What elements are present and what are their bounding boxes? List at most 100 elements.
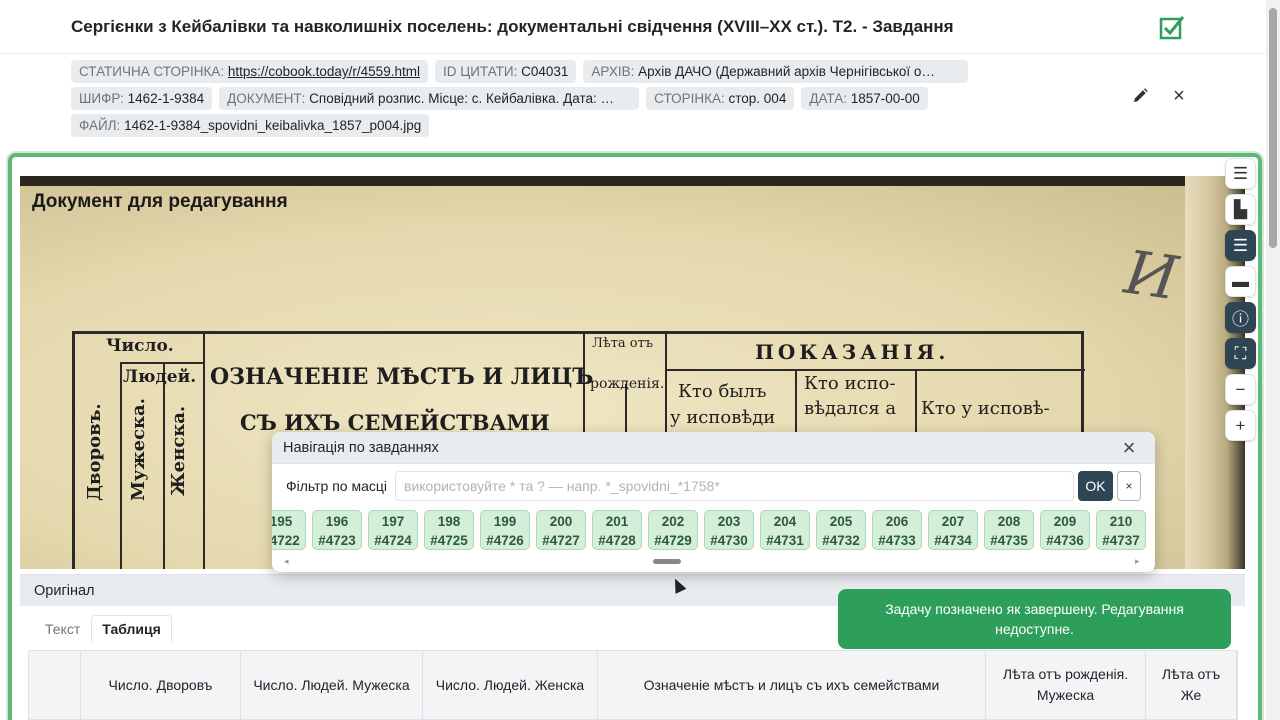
scroll-left-icon[interactable]: ◂	[284, 556, 289, 567]
tab-text[interactable]: Текст	[34, 615, 91, 643]
task-chip[interactable]: 196 #4723	[312, 510, 362, 550]
static-page-chip: СТАТИЧНА СТОРІНКА: https://cobook.today/…	[71, 60, 428, 83]
ms-kto-ispo: Кто испо-	[804, 373, 896, 394]
document-label: ДОКУМЕНТ:	[227, 91, 306, 106]
task-number: 199	[493, 514, 517, 529]
ms-vline	[120, 362, 122, 569]
info-icon: ⓘ	[1232, 310, 1249, 329]
code-label: ШИФР:	[79, 91, 124, 106]
original-data-table: Число. Дворовъ Число. Людей. Мужеска Чис…	[28, 650, 1238, 720]
task-id: #4731	[766, 533, 804, 548]
task-chip[interactable]: 199 #4726	[480, 510, 530, 550]
task-chip[interactable]: 202 #4729	[648, 510, 698, 550]
close-icon[interactable]: ×	[1170, 86, 1188, 106]
task-done-check-icon[interactable]	[1158, 13, 1186, 41]
task-chip[interactable]: 198 #4725	[424, 510, 474, 550]
document-heading: Документ для редагування	[32, 191, 288, 212]
ms-chislo: Число.	[106, 336, 174, 356]
ms-oznachenie: ОЗНАЧЕНІЕ МѢСТЪ И ЛИЦЪ	[210, 364, 594, 390]
pencil-mark: И	[1120, 237, 1182, 315]
task-chip[interactable]: 203 #4730	[704, 510, 754, 550]
task-id: #4722	[272, 533, 300, 548]
task-chip[interactable]: 208 #4735	[984, 510, 1034, 550]
task-chip[interactable]: 209 #4736	[1040, 510, 1090, 550]
task-chip[interactable]: 207 #4734	[928, 510, 978, 550]
task-number: 207	[941, 514, 965, 529]
scroll-right-icon[interactable]: ▸	[1135, 556, 1140, 567]
zoom-out-button[interactable]: −	[1225, 374, 1256, 405]
ms-vedalsya: вѣдался а	[804, 398, 897, 419]
citation-id-value: C04031	[521, 64, 569, 79]
edit-pencil-icon[interactable]	[1131, 87, 1149, 105]
archive-label: АРХІВ:	[591, 64, 635, 79]
code-chip: ШИФР: 1462-1-9384	[71, 87, 213, 110]
chart-icon: ▙	[1233, 199, 1248, 219]
checklist-button[interactable]: ☰	[1225, 158, 1256, 189]
filter-ok-button[interactable]: OK	[1078, 471, 1113, 501]
file-chip: ФАЙЛ: 1462-1-9384_spovidni_keibalivka_18…	[71, 114, 430, 137]
popup-header: Навігація по завданнях ×	[272, 432, 1155, 464]
task-number: 196	[325, 514, 349, 529]
ms-hline	[665, 369, 1085, 371]
task-page: Сергієнки з Кейбалівки та навколишніх по…	[0, 0, 1280, 720]
table-header-cell	[29, 651, 81, 719]
page-scrollbar[interactable]	[1266, 0, 1280, 720]
ms-vline	[163, 362, 165, 569]
ms-muzheska: Мужеска.	[128, 398, 149, 501]
file-value: 1462-1-9384_spovidni_keibalivka_1857_p00…	[124, 118, 422, 133]
zoom-out-icon: −	[1235, 379, 1246, 399]
list-ordered-button[interactable]: ☰	[1225, 230, 1256, 261]
list-ordered-icon: ☰	[1232, 235, 1249, 255]
task-list-scrollbar[interactable]: ◂ ▸	[272, 556, 1155, 568]
task-chip[interactable]: 206 #4733	[872, 510, 922, 550]
original-tabs: Текст Таблиця	[34, 615, 172, 643]
page-title: Сергієнки з Кейбалівки та навколишніх по…	[71, 17, 954, 36]
task-chip[interactable]: 210 #4737	[1096, 510, 1146, 550]
zoom-in-icon: +	[1235, 415, 1246, 435]
date-label: ДАТА:	[809, 91, 847, 106]
task-chip[interactable]: 195 #4722	[272, 510, 306, 550]
table-header-cell: Лѣта отъ Же	[1146, 651, 1237, 719]
task-number: 209	[1053, 514, 1077, 529]
filter-label: Фільтр по масці	[286, 478, 388, 494]
scrollbar-thumb[interactable]	[1269, 8, 1277, 248]
popup-title: Навігація по завданнях	[283, 440, 439, 456]
task-number: 204	[773, 514, 797, 529]
task-id: #4735	[990, 533, 1028, 548]
static-page-link[interactable]: https://cobook.today/r/4559.html	[228, 64, 420, 79]
ms-leta: Лѣта отъ	[592, 336, 654, 351]
ms-u-ispovedi: у исповѣди	[670, 407, 776, 428]
info-button[interactable]: ⓘ	[1225, 302, 1256, 333]
task-chip[interactable]: 197 #4724	[368, 510, 418, 550]
popup-close-icon[interactable]: ×	[1118, 436, 1140, 460]
page-label: СТОРІНКА:	[654, 91, 725, 106]
task-number: 198	[437, 514, 461, 529]
task-chip[interactable]: 205 #4732	[816, 510, 866, 550]
original-title: Оригінал	[34, 583, 95, 599]
task-number: 203	[717, 514, 741, 529]
task-list-scroll-thumb[interactable]	[653, 559, 681, 564]
task-id: #4733	[878, 533, 916, 548]
date-chip: ДАТА: 1857-00-00	[801, 87, 928, 110]
code-value: 1462-1-9384	[127, 91, 205, 106]
task-id: #4734	[934, 533, 972, 548]
task-list-inner: 195 #4722 196 #4723 197 #4724 198 #4725 199 #4726…	[272, 510, 1146, 550]
tab-table[interactable]: Таблиця	[91, 615, 172, 643]
filter-clear-button[interactable]: ×	[1117, 471, 1141, 501]
task-chip[interactable]: 200 #4727	[536, 510, 586, 550]
ms-kto-byl: Кто былъ	[678, 381, 767, 402]
fullscreen-button[interactable]: ⛶	[1225, 338, 1256, 369]
chart-button[interactable]: ▙	[1225, 194, 1256, 225]
table-header-cell: Лѣта отъ рожденія. Мужеска	[986, 651, 1146, 719]
wallet-button[interactable]: ▬	[1225, 266, 1256, 297]
task-chip[interactable]: 201 #4728	[592, 510, 642, 550]
table-header-cell: Означеніе мѣстъ и лицъ съ ихъ семействам…	[598, 651, 986, 719]
task-id: #4725	[430, 533, 468, 548]
ms-pokazania: ПОКАЗАНІЯ.	[755, 340, 950, 364]
task-chip[interactable]: 204 #4731	[760, 510, 810, 550]
task-id: #4732	[822, 533, 860, 548]
zoom-in-button[interactable]: +	[1225, 410, 1256, 441]
task-id: #4736	[1046, 533, 1084, 548]
filter-mask-input[interactable]	[395, 471, 1074, 501]
archive-value: Архів ДАЧО (Державний архів Чернігівсько…	[638, 64, 935, 79]
